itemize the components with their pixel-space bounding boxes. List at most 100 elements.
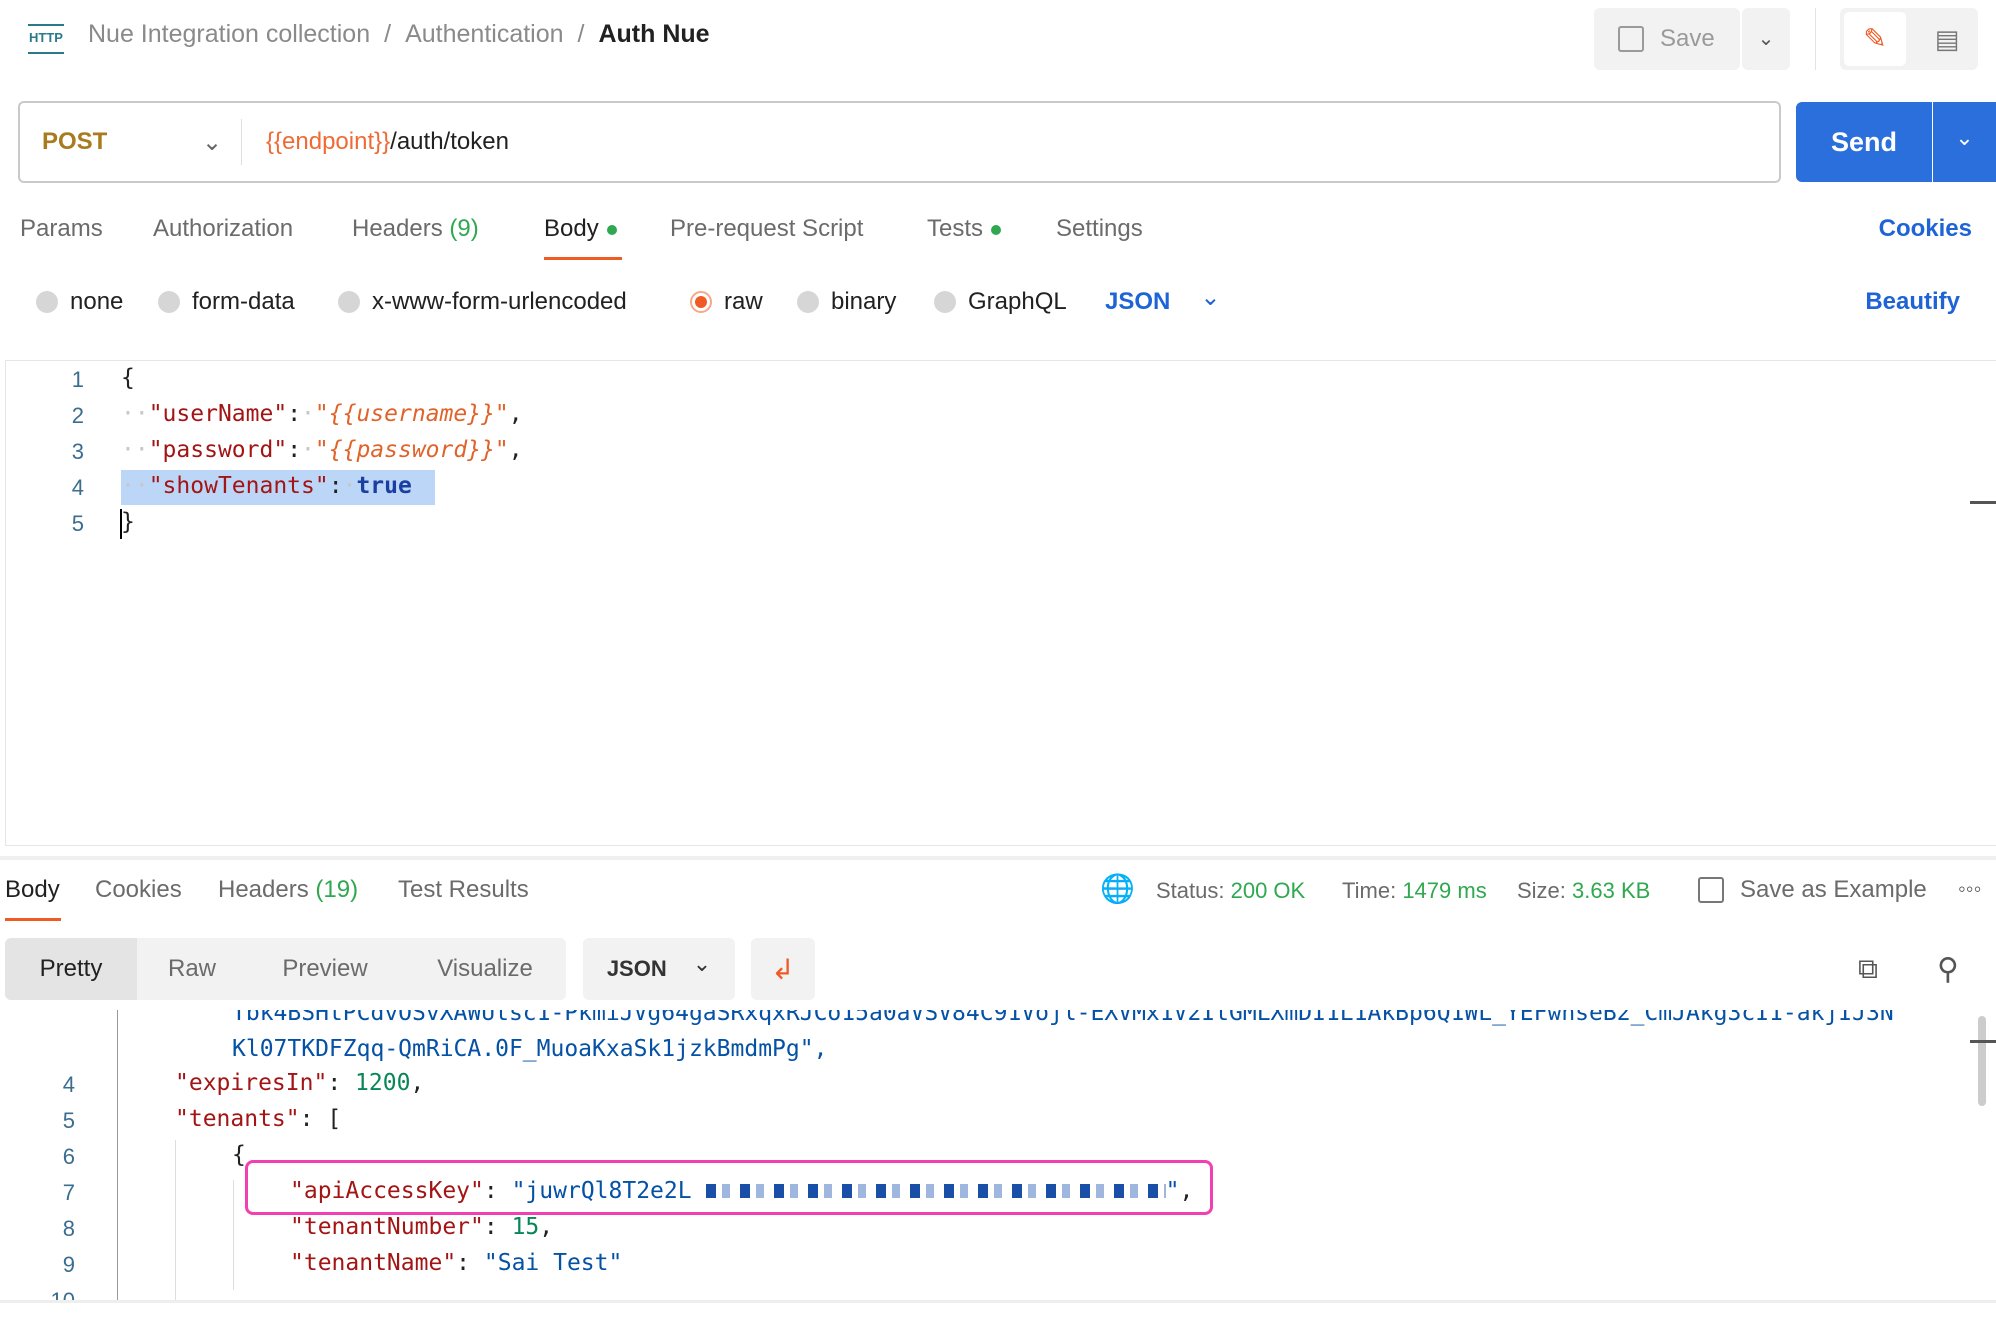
code-line: ··"showTenants":·true <box>121 473 412 499</box>
chevron-down-icon: ⌄ <box>1955 125 1974 150</box>
cookies-link[interactable]: Cookies <box>1879 215 1972 243</box>
line-number: 5 <box>62 1108 75 1133</box>
scrollbar[interactable] <box>1970 501 1996 504</box>
code-line: Kl07TKDFZqq-QmRiCA.0F_MuoaKxaSk1jzkBmdmP… <box>232 1036 828 1062</box>
line-number: 7 <box>62 1180 75 1205</box>
line-number: 2 <box>71 403 84 428</box>
body-format-select[interactable]: JSON ⌄ <box>1105 284 1220 316</box>
line-number: 1 <box>71 367 84 392</box>
comment-icon: ▤ <box>1934 24 1960 54</box>
response-tab-cookies[interactable]: Cookies <box>95 876 182 904</box>
tab-params[interactable]: Params <box>20 215 103 243</box>
annotation-highlight-box <box>245 1160 1213 1215</box>
view-raw[interactable]: Raw <box>137 938 247 1000</box>
line-number: 9 <box>62 1252 75 1277</box>
edit-button[interactable]: ✎ <box>1844 12 1906 66</box>
radio-none[interactable]: none <box>36 288 123 316</box>
response-time: Time: 1479 ms <box>1342 878 1487 903</box>
response-format-select[interactable]: JSON ⌄ <box>583 938 735 1000</box>
response-body-viewer[interactable]: Tbk4BSHtPCdvOSvXAWUtsc1-PkmiJVg64gaSRxqx… <box>0 1010 1996 1300</box>
tab-pre-request-script[interactable]: Pre-request Script <box>670 215 863 243</box>
divider <box>241 119 242 165</box>
tab-headers[interactable]: Headers (9) <box>352 215 479 243</box>
network-globe-icon[interactable]: 🌐 <box>1100 872 1135 905</box>
indent-guide <box>175 1140 176 1300</box>
chevron-down-icon: ⌄ <box>1200 283 1221 311</box>
save-button[interactable]: Save <box>1594 8 1740 70</box>
line-number: 8 <box>62 1216 75 1241</box>
send-dropdown-button[interactable]: ⌄ <box>1933 102 1996 182</box>
code-line: "tenantName": "Sai Test" <box>290 1250 623 1276</box>
save-dropdown-button[interactable]: ⌄ <box>1742 8 1790 70</box>
scrollbar[interactable] <box>1978 1016 1986 1106</box>
indent-guide <box>233 1180 234 1290</box>
tab-settings[interactable]: Settings <box>1056 215 1143 243</box>
copy-icon: ⧉ <box>1858 952 1878 984</box>
line-number: 10 <box>15 1288 75 1300</box>
wrap-icon: ↲ <box>771 953 795 985</box>
response-tab-headers[interactable]: Headers (19) <box>218 876 358 904</box>
line-number: 3 <box>71 439 84 464</box>
response-status: Status: 200 OK <box>1156 878 1306 903</box>
view-preview[interactable]: Preview <box>255 938 395 1000</box>
view-visualize[interactable]: Visualize <box>420 938 550 1000</box>
tab-authorization[interactable]: Authorization <box>153 215 293 243</box>
active-tab-indicator <box>5 918 61 921</box>
line-number: 5 <box>71 511 84 536</box>
send-button[interactable]: Send <box>1796 102 1932 182</box>
tab-body[interactable]: Body <box>544 215 617 243</box>
line-number: 4 <box>71 475 84 500</box>
chevron-down-icon: ⌄ <box>692 951 712 976</box>
breadcrumb-collection[interactable]: Nue Integration collection <box>88 20 370 48</box>
scroll-marker <box>1970 1040 1996 1043</box>
copy-button[interactable]: ⧉ <box>1848 938 1888 1000</box>
gutter-line <box>117 1010 118 1300</box>
code-line: ··"password":·"{{password}}", <box>121 437 523 463</box>
active-tab-indicator <box>544 257 622 260</box>
beautify-link[interactable]: Beautify <box>1865 288 1960 316</box>
breadcrumb-folder[interactable]: Authentication <box>405 20 563 48</box>
code-line: ··"userName":·"{{username}}", <box>121 401 523 427</box>
code-line: Tbk4BSHtPCdvOSvXAWUtsc1-PkmiJVg64gaSRxqx… <box>232 1010 1894 1026</box>
code-line: { <box>121 365 135 391</box>
status-dot <box>606 224 617 235</box>
request-name[interactable]: Auth Nue <box>598 20 709 48</box>
chevron-down-icon: ⌄ <box>202 128 223 156</box>
radio-form-data[interactable]: form-data <box>158 288 295 316</box>
search-button[interactable]: ⚲ <box>1928 938 1968 1000</box>
radio-x-www-form-urlencoded[interactable]: x-www-form-urlencoded <box>338 288 627 316</box>
wrap-lines-button[interactable]: ↲ <box>751 938 815 1000</box>
code-line: } <box>121 509 135 535</box>
more-options-icon[interactable]: ◦◦◦ <box>1958 876 1981 902</box>
line-number: 6 <box>62 1144 75 1169</box>
comments-button[interactable]: ▤ <box>1920 12 1974 66</box>
radio-graphql[interactable]: GraphQL <box>934 288 1067 316</box>
url-bar: POST ⌄ {{endpoint}}/auth/token <box>18 101 1781 183</box>
response-tab-body[interactable]: Body <box>5 876 60 904</box>
code-line: "tenantNumber": 15, <box>290 1214 554 1240</box>
response-tab-test-results[interactable]: Test Results <box>398 876 529 904</box>
panel-divider[interactable] <box>0 856 1996 860</box>
response-size: Size: 3.63 KB <box>1517 878 1651 903</box>
code-line: "expiresIn": 1200, <box>175 1070 425 1096</box>
view-pretty[interactable]: Pretty <box>5 938 137 1000</box>
mode-switcher: ✎ ▤ <box>1840 8 1978 70</box>
url-input[interactable]: {{endpoint}}/auth/token <box>266 103 509 181</box>
search-icon: ⚲ <box>1937 952 1959 986</box>
radio-binary[interactable]: binary <box>797 288 896 316</box>
radio-raw[interactable]: raw <box>690 288 763 316</box>
divider <box>1815 8 1816 70</box>
save-as-example-button[interactable]: Save as Example <box>1698 876 1927 904</box>
text-cursor <box>120 509 122 539</box>
code-line: { <box>232 1142 246 1168</box>
bottom-border <box>0 1300 1996 1318</box>
code-line: "tenants": [ <box>175 1106 342 1132</box>
chevron-down-icon: ⌄ <box>1757 28 1775 50</box>
http-icon: HTTP <box>28 24 64 54</box>
breadcrumb: Nue Integration collection / Authenticatio… <box>88 20 710 48</box>
save-icon <box>1618 26 1644 52</box>
save-icon <box>1698 877 1724 903</box>
method-select[interactable]: POST ⌄ <box>42 103 242 181</box>
request-body-editor[interactable]: 1 2 3 4 5 { ··"userName":·"{{username}}"… <box>5 360 1996 846</box>
tab-tests[interactable]: Tests <box>927 215 1002 243</box>
